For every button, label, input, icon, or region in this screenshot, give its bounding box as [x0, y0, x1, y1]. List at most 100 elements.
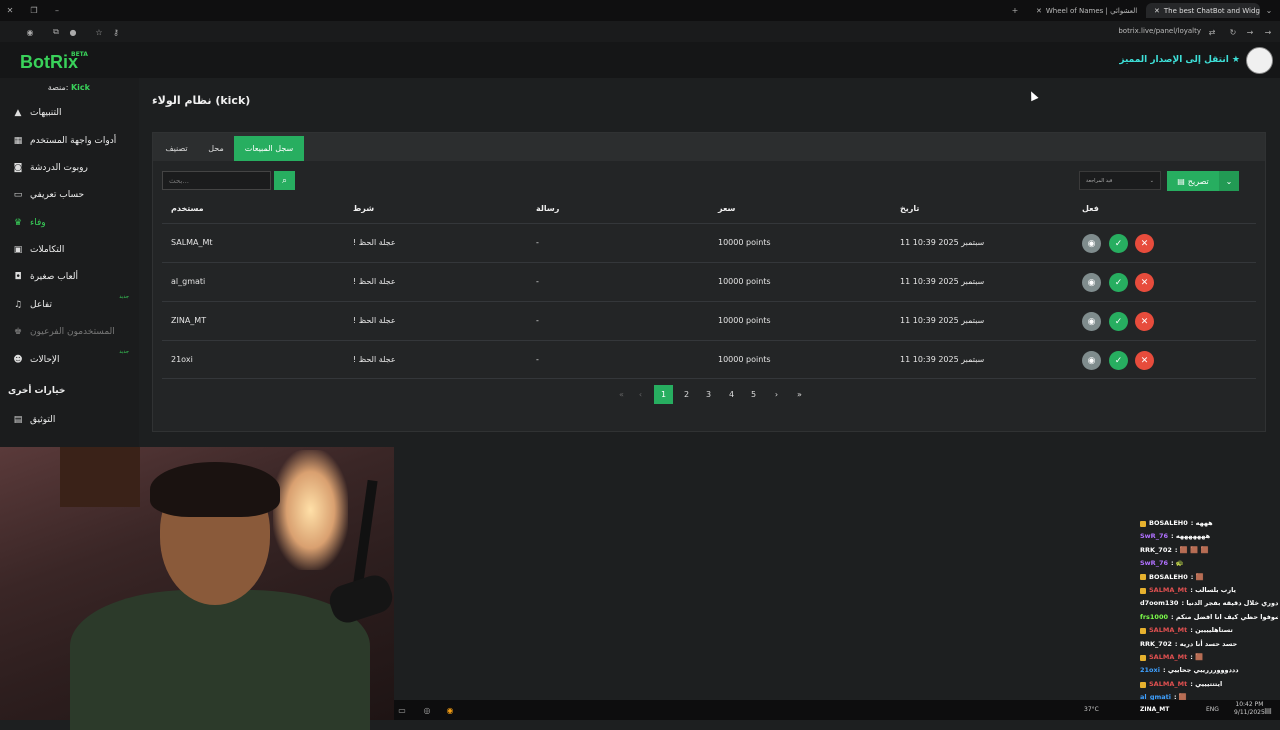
- notification-icon[interactable]: ▤: [1262, 704, 1274, 716]
- extension-icon[interactable]: ◉: [24, 26, 36, 38]
- chat-message: RRK_702: 🟫 🟫 🟫: [1140, 544, 1278, 557]
- sidebar-item-profile[interactable]: ▭ حساب تعريفي: [0, 181, 139, 208]
- botrix-logo[interactable]: BotRix: [20, 52, 78, 73]
- pagination-page[interactable]: 5: [744, 385, 763, 404]
- chat-message: SALMA_Mt: يارب بلسالب: [1140, 584, 1278, 597]
- beta-badge: BETA: [71, 51, 88, 58]
- approve-button[interactable]: ✓: [1109, 312, 1128, 331]
- chat-username: SALMA_Mt: [1149, 679, 1188, 688]
- reject-button[interactable]: ✕: [1135, 351, 1154, 370]
- cell-price: 10000 points: [718, 316, 771, 325]
- profile-icon[interactable]: ●: [67, 26, 79, 38]
- key-icon[interactable]: ⚷: [110, 26, 122, 38]
- restore-window-icon[interactable]: ❐: [28, 4, 40, 16]
- view-button[interactable]: ◉: [1082, 273, 1101, 292]
- pagination-page[interactable]: 1: [654, 385, 673, 404]
- approve-button[interactable]: ✓: [1109, 234, 1128, 253]
- minimize-window-icon[interactable]: –: [51, 4, 63, 16]
- search-input[interactable]: [162, 171, 271, 190]
- tab-close-icon[interactable]: ✕: [1154, 7, 1160, 15]
- export-dropdown-button[interactable]: ⌄: [1219, 171, 1239, 191]
- chat-message: BOSALEH0: 🟫: [1140, 571, 1278, 584]
- column-header-message: رسالة: [536, 204, 560, 213]
- back-icon[interactable]: →: [1262, 26, 1274, 38]
- check-icon: ✓: [1114, 355, 1123, 366]
- export-button[interactable]: ▤ تصريح: [1167, 171, 1219, 191]
- sidebar-item-referrals[interactable]: ☻ الإحالات جديد: [0, 346, 139, 373]
- pagination-prev-icon[interactable]: ‹: [631, 385, 650, 404]
- pagination-next-icon[interactable]: ›: [767, 385, 786, 404]
- chat-text: : هههههههه: [1171, 532, 1211, 541]
- browser-tab-bar: ✕ ❐ – + ✕ Wheel of Names | العشوائي ✕ Th…: [0, 0, 1280, 21]
- new-tab-icon[interactable]: +: [1009, 4, 1021, 16]
- taskbar: ▭ ◎ ◉ 37°C ZINA_MT ENG 10:42 PM 9/11/202…: [394, 700, 1280, 720]
- view-button[interactable]: ◉: [1082, 234, 1101, 253]
- tab-shop[interactable]: محل: [201, 136, 231, 161]
- forward-icon[interactable]: →: [1244, 26, 1256, 38]
- chrome-icon[interactable]: ◉: [444, 704, 456, 716]
- eye-icon: ◉: [1087, 355, 1096, 366]
- tab-close-icon[interactable]: ✕: [1036, 7, 1042, 15]
- sidebar-item-docs[interactable]: ▤ التوثيق: [0, 406, 139, 433]
- sidebar-item-subusers[interactable]: ♚ المستخدمون الفرعيون: [0, 318, 139, 345]
- app-icon[interactable]: ◎: [421, 704, 433, 716]
- chevron-down-icon: ⌄: [1225, 176, 1233, 186]
- tab-ranking[interactable]: تصنيف: [158, 136, 195, 161]
- grid-icon: ▦: [13, 135, 23, 146]
- sidebar-item-widgets[interactable]: ▦ أدوات واجهة المستخدم: [0, 127, 139, 154]
- search-button[interactable]: ⌕: [274, 171, 295, 190]
- approve-button[interactable]: ✓: [1109, 351, 1128, 370]
- cell-price: 10000 points: [718, 238, 771, 247]
- table-row: SALMA_Mt ! عجلة الحظ - 10000 points 11 س…: [162, 223, 1256, 262]
- pagination-page[interactable]: 3: [699, 385, 718, 404]
- site-settings-icon[interactable]: ⇄: [1206, 26, 1218, 38]
- browser-tab-botrix[interactable]: ✕ The best ChatBot and Widget:: [1146, 3, 1260, 18]
- chat-text: : يارب بلسالب: [1190, 586, 1236, 595]
- new-badge: جديد: [119, 294, 129, 300]
- pagination-last-icon[interactable]: »: [790, 385, 809, 404]
- browser-tab-wheel[interactable]: ✕ Wheel of Names | العشوائي: [1028, 3, 1144, 18]
- sidebar-item-alerts[interactable]: ▲ التنبيهات: [0, 99, 139, 126]
- sidebar-item-chatbot[interactable]: ◙ روبوت الدردشة: [0, 154, 139, 181]
- pagination-page[interactable]: 2: [677, 385, 696, 404]
- chevron-down-icon: ⌄: [1149, 177, 1154, 184]
- view-button[interactable]: ◉: [1082, 351, 1101, 370]
- trophy-icon: ♛: [13, 217, 23, 228]
- close-window-icon[interactable]: ✕: [4, 4, 16, 16]
- sidebar-item-integrations[interactable]: ▣ التكاملات: [0, 236, 139, 263]
- cell-message: -: [536, 238, 539, 247]
- pagination-first-icon[interactable]: «: [612, 385, 631, 404]
- cell-user: al_gmati: [171, 277, 206, 286]
- crown-icon: ♚: [13, 326, 23, 337]
- url-text[interactable]: botrix.live/panel/loyalty: [1118, 27, 1201, 35]
- pagination-page[interactable]: 4: [722, 385, 741, 404]
- reject-button[interactable]: ✕: [1135, 234, 1154, 253]
- terminal-icon[interactable]: ▭: [396, 704, 408, 716]
- language-indicator[interactable]: ENG: [1206, 706, 1219, 713]
- user-avatar[interactable]: [1246, 47, 1273, 74]
- status-filter-select[interactable]: قيد المراجعة ⌄: [1079, 171, 1161, 190]
- chat-username: RRK_702: [1140, 545, 1172, 554]
- reject-button[interactable]: ✕: [1135, 273, 1154, 292]
- reload-icon[interactable]: ↻: [1227, 26, 1239, 38]
- share-icon[interactable]: ⧉: [50, 26, 62, 38]
- chat-badge-icon: [1140, 681, 1146, 688]
- sidebar-item-minigames[interactable]: ◘ ألعاب صغيرة: [0, 263, 139, 290]
- premium-link[interactable]: انتقل إلى الإصدار المميز ★: [1119, 55, 1240, 65]
- id-card-icon: ▭: [13, 189, 23, 200]
- chat-text: : دددووورررييي جحاييي: [1162, 666, 1239, 675]
- document-icon: ▤: [13, 414, 23, 425]
- chat-text: : 🐢: [1171, 559, 1184, 568]
- view-button[interactable]: ◉: [1082, 312, 1101, 331]
- bookmark-star-icon[interactable]: ☆: [93, 26, 105, 38]
- music-icon: ♫: [13, 299, 23, 310]
- cell-price: 10000 points: [718, 277, 771, 286]
- tab-sales-log[interactable]: سجل المبيعات: [234, 136, 304, 161]
- reject-button[interactable]: ✕: [1135, 312, 1154, 331]
- chat-text: : ان ما جاء دوري خلال دقيقه بفجر الدنيا: [1181, 599, 1278, 608]
- tab-search-icon[interactable]: ⌄: [1263, 4, 1275, 16]
- sidebar-item-loyalty[interactable]: ♛ وفاء: [0, 209, 139, 236]
- approve-button[interactable]: ✓: [1109, 273, 1128, 292]
- sidebar-item-interaction[interactable]: ♫ تفاعل جديد: [0, 291, 139, 318]
- cell-message: -: [536, 316, 539, 325]
